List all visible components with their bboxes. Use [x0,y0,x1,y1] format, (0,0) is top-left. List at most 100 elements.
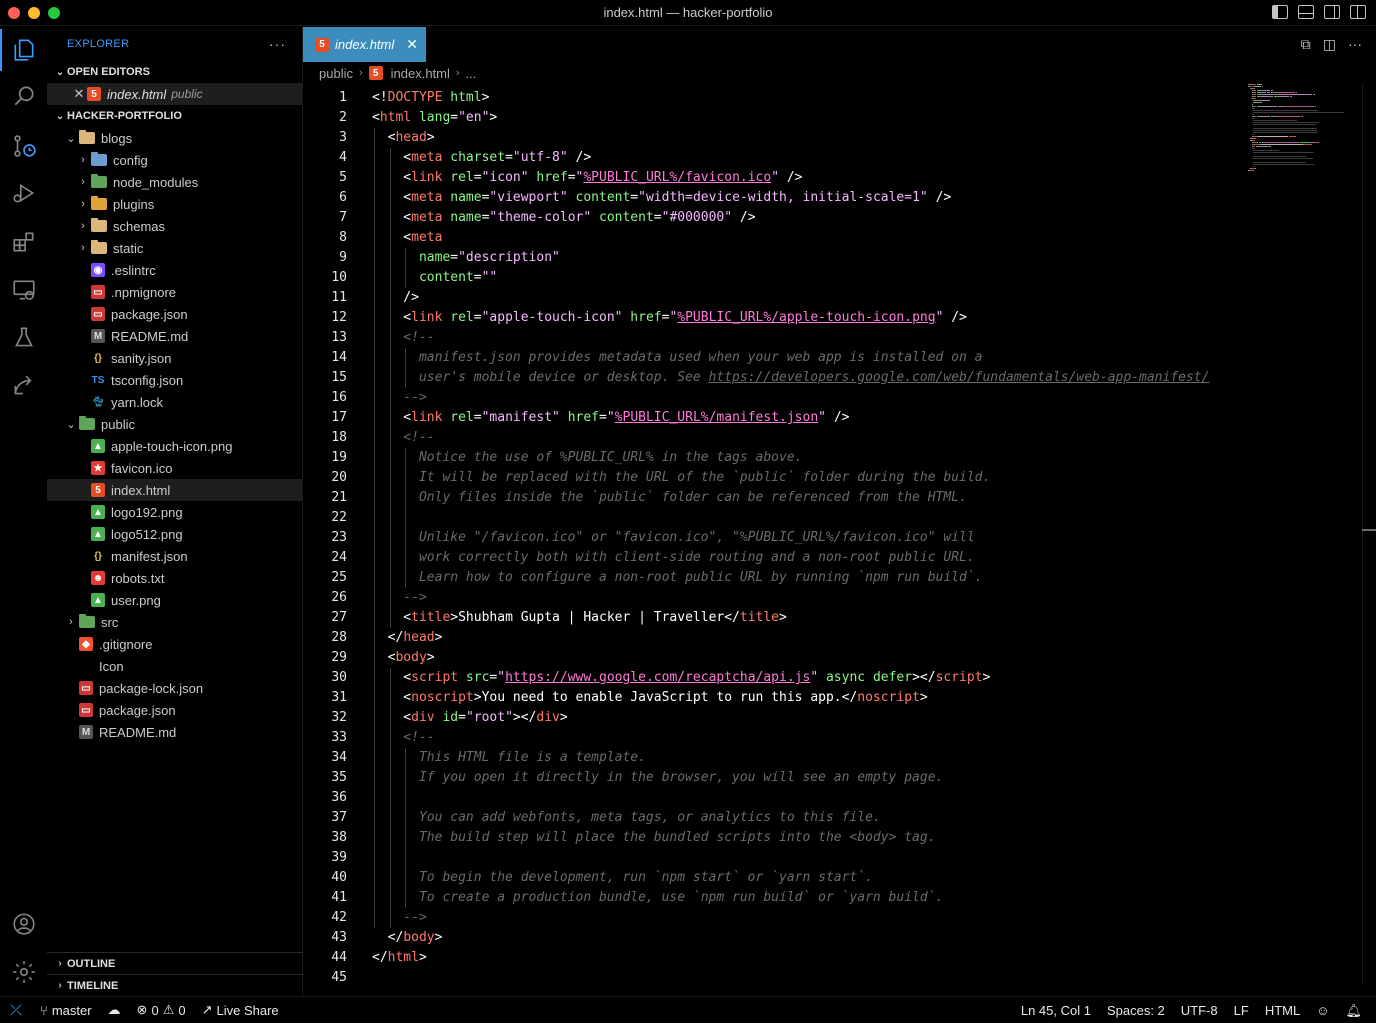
tree-item[interactable]: ▭ package-lock.json [47,677,302,699]
minimap-line [1260,116,1270,117]
language-mode[interactable]: HTML [1257,1003,1308,1018]
live-share-button[interactable]: ↗ Live Share [194,1002,287,1018]
feedback-icon[interactable]: ☺ [1308,1003,1337,1018]
live-share-icon[interactable] [0,363,47,409]
code-line: 2 <html lang="en"> [303,108,1243,128]
explorer-icon[interactable] [0,27,47,73]
minimap[interactable] [1248,84,1358,184]
tree-item[interactable]: › config [47,149,302,171]
remote-explorer-icon[interactable] [0,267,47,313]
tree-item[interactable]: ⌄ public [47,413,302,435]
cursor-position[interactable]: Ln 45, Col 1 [1013,1003,1099,1018]
folder-icon [91,196,107,210]
tree-item-label: manifest.json [111,548,188,564]
line-content: --> [372,588,427,608]
split-editor-icon[interactable]: ◫ [1323,36,1336,53]
tree-item[interactable]: ⌄ blogs [47,127,302,149]
tree-item[interactable]: › plugins [47,193,302,215]
more-actions-icon[interactable]: ··· [1348,36,1362,53]
code-line: 14 manifest.json provides metadata used … [303,348,1243,368]
tree-item[interactable]: › src [47,611,302,633]
code-editor[interactable]: 1 <!DOCTYPE html> 2 <html lang="en"> 3 <head… [303,84,1243,1023]
tree-item[interactable]: ▭ .npmignore [47,281,302,303]
outline-section[interactable]: › OUTLINE [47,952,303,974]
code-line: 15 user's mobile device or desktop. See … [303,368,1243,388]
tree-item[interactable]: ▲ logo192.png [47,501,302,523]
tree-item[interactable]: ▲ logo512.png [47,523,302,545]
toggle-primary-sidebar-icon[interactable] [1272,5,1288,19]
tree-item[interactable]: › schemas [47,215,302,237]
code-token: name [442,190,482,205]
breadcrumb-file[interactable]: index.html [391,66,450,81]
code-token: DOCTYPE [387,90,443,105]
minimap-line [1257,136,1289,137]
tree-item[interactable]: › static [47,237,302,259]
timeline-section[interactable]: › TIMELINE [47,974,303,996]
tree-item[interactable]: ★ favicon.ico [47,457,302,479]
sync-button[interactable]: ☁ [100,1002,129,1018]
breadcrumb-symbols[interactable]: ... [466,66,477,81]
accounts-icon[interactable] [0,901,47,947]
tree-item[interactable]: ▲ apple-touch-icon.png [47,435,302,457]
tree-item[interactable]: › node_modules [47,171,302,193]
code-line: 44 </html> [303,948,1243,968]
code-line: 40 To begin the development, run `npm st… [303,868,1243,888]
run-debug-icon[interactable] [0,170,47,216]
md-file-icon: M [91,329,105,343]
npm-file-icon: ▭ [79,703,93,717]
search-icon[interactable] [0,73,47,119]
project-section[interactable]: ⌄ HACKER-PORTFOLIO [47,105,302,127]
encoding[interactable]: UTF-8 [1173,1003,1226,1018]
more-actions-icon[interactable]: ··· [269,36,286,52]
vertical-scrollbar[interactable] [1362,84,1376,984]
close-tab-icon[interactable]: ✕ [406,36,418,53]
toggle-panel-icon[interactable] [1298,5,1314,19]
tree-item[interactable]: M README.md [47,325,302,347]
source-control-icon[interactable] [0,123,47,169]
code-token: <!-- [372,430,435,445]
tree-item[interactable]: TS tsconfig.json [47,369,302,391]
tree-item[interactable]: M README.md [47,721,302,743]
line-number: 13 [331,330,347,345]
indent-guide [405,748,407,908]
remote-indicator-icon[interactable]: ⤫ [0,997,32,1023]
tab-label: index.html [335,37,395,52]
customize-layout-icon[interactable] [1350,5,1366,19]
line-content: <meta name="viewport" content="width=dev… [372,188,951,208]
tree-item[interactable]: ◆ .gitignore [47,633,302,655]
notifications-bell-icon[interactable]: 🔔︎ [1337,1003,1376,1019]
code-token: noscript [411,690,474,705]
extensions-icon[interactable] [0,219,47,265]
open-editors-section[interactable]: ⌄ OPEN EDITORS [47,61,302,83]
code-line: 21 Only files inside the `public` folder… [303,488,1243,508]
tree-item-label: public [101,416,135,432]
tree-item[interactable]: 🐈︎ yarn.lock [47,391,302,413]
settings-gear-icon[interactable] [0,949,47,995]
tree-item[interactable]: ▭ package.json [47,699,302,721]
tree-item[interactable]: ▭ package.json [47,303,302,325]
close-icon[interactable]: ✕ [71,86,87,102]
code-token: "en" [458,110,490,125]
open-preview-icon[interactable]: ⧉ [1301,36,1311,53]
tree-item[interactable]: {} manifest.json [47,545,302,567]
breadcrumb-public[interactable]: public [319,66,353,81]
branch-indicator[interactable]: ⑂ master [32,1003,100,1018]
tree-item[interactable]: ▲ user.png [47,589,302,611]
tab-index-html[interactable]: 5 index.html ✕ [303,27,426,62]
tree-item[interactable]: Icon [47,655,302,677]
tree-item[interactable]: 5 index.html [47,479,302,501]
line-number: 19 [331,450,347,465]
open-editor-item[interactable]: ✕ 5 index.html public [47,83,302,105]
tree-item[interactable]: ◉ .eslintrc [47,259,302,281]
minimap-line [1290,96,1293,97]
end-of-line[interactable]: LF [1226,1003,1257,1018]
favicon-file-icon: ★ [91,461,105,475]
indentation[interactable]: Spaces: 2 [1099,1003,1173,1018]
toggle-secondary-sidebar-icon[interactable] [1324,5,1340,19]
tree-item[interactable]: ☻ robots.txt [47,567,302,589]
problems-indicator[interactable]: ⊗ 0 ⚠ 0 [129,1002,194,1018]
testing-icon[interactable] [0,315,47,361]
line-number: 6 [339,190,347,205]
code-token: --> [372,910,427,925]
tree-item[interactable]: {} sanity.json [47,347,302,369]
